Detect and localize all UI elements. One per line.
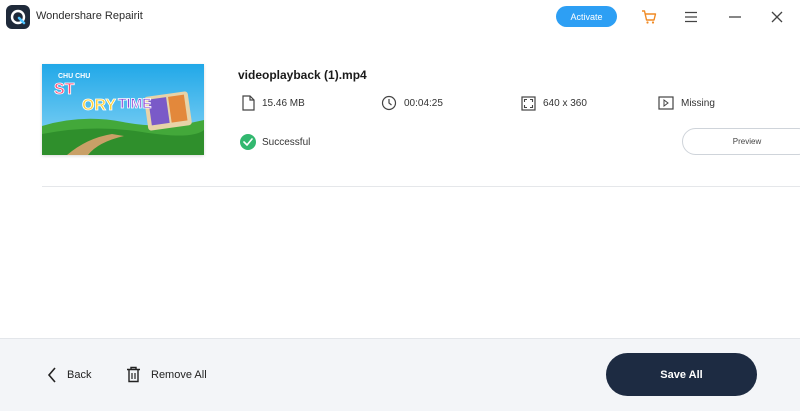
cart-icon[interactable] <box>640 8 658 26</box>
activate-button[interactable]: Activate <box>556 6 617 27</box>
svg-text:ORY: ORY <box>82 97 116 114</box>
minimize-icon[interactable] <box>726 8 744 26</box>
close-icon[interactable] <box>768 8 786 26</box>
app-logo-icon <box>6 5 30 29</box>
repair-status: Successful <box>240 134 310 150</box>
video-thumbnail[interactable]: ST ORY TIME CHU CHU <box>42 64 204 155</box>
trash-icon <box>127 366 140 383</box>
file-duration: 00:04:25 <box>381 95 443 111</box>
file-size-value: 15.46 MB <box>262 97 305 109</box>
back-button[interactable]: Back <box>47 367 91 383</box>
clock-icon <box>381 95 397 111</box>
video-icon <box>658 96 674 110</box>
file-resolution-value: 640 x 360 <box>543 97 587 109</box>
check-circle-icon <box>240 134 256 150</box>
file-name: videoplayback (1).mp4 <box>238 68 367 82</box>
file-icon <box>242 95 255 111</box>
title-bar: Wondershare Repairit Activate <box>0 0 800 34</box>
resolution-icon <box>521 95 536 111</box>
svg-text:TIME: TIME <box>118 95 151 111</box>
footer-bar: Back Remove All Save All <box>0 338 800 411</box>
file-resolution: 640 x 360 <box>521 95 587 111</box>
file-audio-value: Missing <box>681 97 715 109</box>
svg-text:ST: ST <box>54 81 75 98</box>
menu-icon[interactable] <box>682 8 700 26</box>
thumbnail-label: CHU CHU <box>58 73 90 80</box>
repair-status-label: Successful <box>262 136 311 148</box>
back-label: Back <box>67 369 92 381</box>
preview-button[interactable]: Preview <box>682 128 800 155</box>
app-title: Wondershare Repairit <box>36 10 143 22</box>
save-all-button[interactable]: Save All <box>606 353 757 396</box>
file-size: 15.46 MB <box>242 95 305 111</box>
chevron-left-icon <box>47 367 56 383</box>
remove-all-label: Remove All <box>151 368 207 381</box>
file-audio: Missing <box>658 95 715 111</box>
file-duration-value: 00:04:25 <box>404 97 443 109</box>
file-card: ST ORY TIME CHU CHU videoplayback (1).mp… <box>42 64 800 187</box>
remove-all-button[interactable]: Remove All <box>126 366 207 383</box>
